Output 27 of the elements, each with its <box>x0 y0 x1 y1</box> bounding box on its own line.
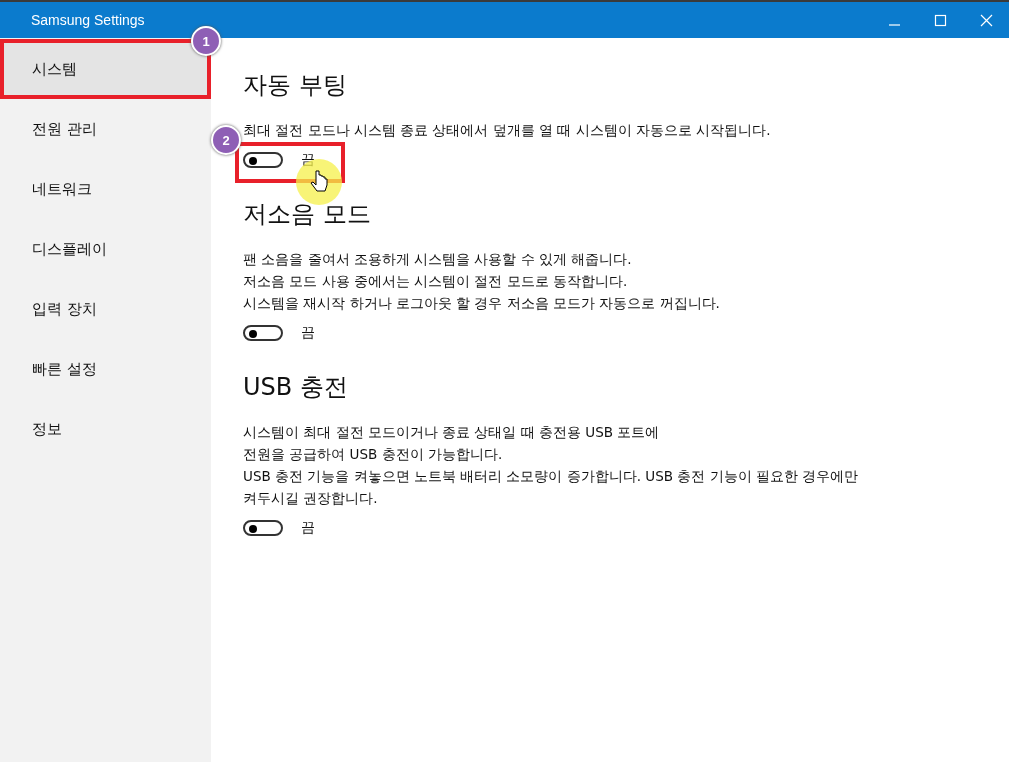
description-text: 시스템을 재시작 하거나 로그아웃 할 경우 저소음 모드가 자동으로 꺼집니다. <box>243 294 721 313</box>
toggle-switch[interactable] <box>243 325 283 341</box>
description-text: 저소음 모드 사용 중에서는 시스템이 절전 모드로 동작합니다. <box>243 272 629 291</box>
description-text: 전원을 공급하여 USB 충전이 가능합니다. <box>243 445 504 464</box>
toggle-state-label: 끔 <box>301 151 315 169</box>
section-heading: 자동 부팅 <box>243 70 348 101</box>
description-text: 팬 소음을 줄여서 조용하게 시스템을 사용할 수 있게 해줍니다. <box>243 250 633 269</box>
toggle-state-label: 끔 <box>301 519 315 537</box>
description-text: 최대 절전 모드나 시스템 종료 상태에서 덮개를 열 때 시스템이 자동으로 시작됩니다. <box>243 121 772 140</box>
sidebar-item[interactable]: 입력 장치 <box>0 279 211 339</box>
sidebar-item[interactable]: 네트워크 <box>0 159 211 219</box>
toggle-state-label: 끔 <box>301 324 315 342</box>
sidebar-item[interactable]: 디스플레이 <box>0 219 211 279</box>
description-text: 켜두시길 권장합니다. <box>243 489 379 508</box>
step-badge: 2 <box>211 125 241 155</box>
sidebar-item[interactable]: 빠른 설정 <box>0 339 211 399</box>
toggle-switch[interactable] <box>243 520 283 536</box>
description-text: USB 충전 기능을 켜놓으면 노트북 배터리 소모량이 증가합니다. USB 충전 기능이 필요한 경우에만 <box>243 467 860 486</box>
section-heading: USB 충전 <box>243 372 349 403</box>
section-heading: 저소음 모드 <box>243 199 372 230</box>
toggle-switch[interactable] <box>243 152 283 168</box>
sidebar-item[interactable]: 전원 관리 <box>0 99 211 159</box>
sidebar-item[interactable]: 정보 <box>0 399 211 459</box>
close-icon[interactable] <box>980 14 992 26</box>
description-text: 시스템이 최대 절전 모드이거나 종료 상태일 때 충전용 USB 포트에 <box>243 423 661 442</box>
window-title: Samsung Settings <box>30 12 146 28</box>
maximize-icon[interactable] <box>934 14 946 26</box>
